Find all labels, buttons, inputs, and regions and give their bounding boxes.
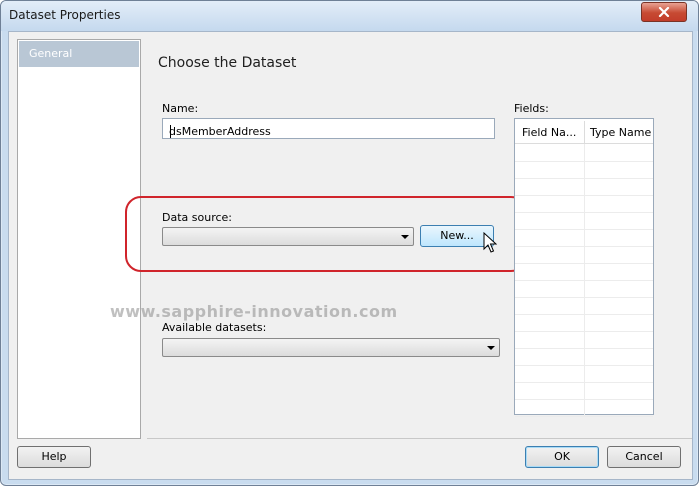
column-divider bbox=[584, 348, 585, 365]
column-divider bbox=[584, 297, 585, 314]
column-divider bbox=[584, 229, 585, 246]
data-source-label: Data source: bbox=[162, 211, 232, 224]
footer-divider bbox=[147, 438, 692, 439]
table-row bbox=[515, 161, 653, 179]
table-row bbox=[515, 314, 653, 332]
column-divider bbox=[584, 314, 585, 331]
chevron-down-icon bbox=[401, 235, 409, 239]
column-divider bbox=[584, 195, 585, 212]
nav-item-general[interactable]: General bbox=[19, 41, 139, 67]
help-button[interactable]: Help bbox=[17, 446, 91, 468]
column-divider bbox=[584, 399, 585, 416]
column-divider bbox=[584, 178, 585, 195]
column-divider bbox=[584, 382, 585, 399]
table-row bbox=[515, 280, 653, 298]
available-datasets-label: Available datasets: bbox=[162, 321, 267, 334]
title-bar[interactable]: Dataset Properties bbox=[1, 1, 698, 31]
dataset-properties-dialog: Dataset Properties General Choose the Da… bbox=[0, 0, 699, 486]
table-row bbox=[515, 263, 653, 281]
page-heading: Choose the Dataset bbox=[158, 55, 297, 71]
nav-item-label: General bbox=[29, 47, 73, 60]
column-divider bbox=[584, 212, 585, 229]
available-datasets-dropdown[interactable] bbox=[162, 338, 500, 357]
column-header-field-name[interactable]: Field Na... bbox=[515, 121, 585, 143]
table-row bbox=[515, 348, 653, 366]
table-row bbox=[515, 246, 653, 264]
mouse-pointer-icon bbox=[483, 232, 497, 253]
name-label: Name: bbox=[162, 102, 199, 115]
table-row bbox=[515, 195, 653, 213]
fields-grid-header: Field Na... Type Name bbox=[515, 121, 653, 144]
watermark-text: www.sapphire-innovation.com bbox=[110, 302, 398, 321]
column-divider bbox=[584, 144, 585, 161]
close-button[interactable] bbox=[641, 2, 687, 22]
name-input[interactable]: dsMemberAddress bbox=[162, 118, 495, 139]
column-divider bbox=[584, 246, 585, 263]
ok-button[interactable]: OK bbox=[525, 446, 599, 468]
column-divider bbox=[584, 331, 585, 348]
page-navigation-list: General bbox=[17, 39, 141, 439]
column-header-type-name[interactable]: Type Name bbox=[585, 121, 653, 143]
table-row bbox=[515, 212, 653, 230]
table-row bbox=[515, 365, 653, 383]
table-row bbox=[515, 229, 653, 247]
table-row bbox=[515, 297, 653, 315]
column-divider bbox=[584, 365, 585, 382]
table-row bbox=[515, 331, 653, 349]
column-divider bbox=[584, 280, 585, 297]
table-row bbox=[515, 144, 653, 162]
table-row bbox=[515, 178, 653, 196]
column-divider bbox=[584, 161, 585, 178]
dialog-body: General Choose the Dataset Name: dsMembe… bbox=[8, 31, 693, 480]
table-row bbox=[515, 399, 653, 417]
fields-grid[interactable]: Field Na... Type Name bbox=[514, 118, 654, 417]
close-icon bbox=[658, 7, 670, 17]
window-title: Dataset Properties bbox=[9, 8, 121, 22]
column-divider bbox=[584, 263, 585, 280]
chevron-down-icon bbox=[487, 346, 495, 350]
data-source-dropdown[interactable] bbox=[162, 227, 414, 246]
fields-label: Fields: bbox=[514, 102, 549, 115]
cancel-button[interactable]: Cancel bbox=[607, 446, 681, 468]
table-row bbox=[515, 382, 653, 400]
